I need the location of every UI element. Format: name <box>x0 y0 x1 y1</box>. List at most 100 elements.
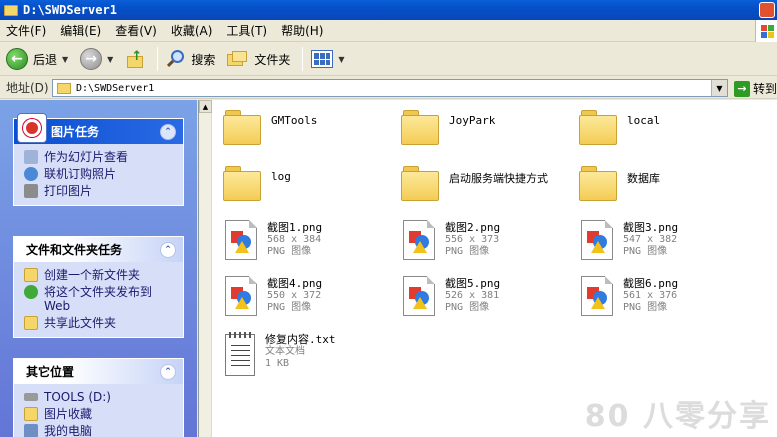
picture-tasks-panel: 图片任务 ⌃ 作为幻灯片查看 联机订购照片 打印图片 <box>13 113 184 206</box>
file-dims: 568 x 384 <box>267 234 322 245</box>
file-name: 截图6.png <box>623 277 679 290</box>
task-print-pictures[interactable]: 打印图片 <box>24 184 183 198</box>
file-size: 1 KB <box>265 358 290 369</box>
picture-tasks-header[interactable]: 图片任务 ⌃ <box>14 113 183 144</box>
file-info: 截图1.png 568 x 384 PNG 图像 <box>267 222 322 258</box>
task-new-folder[interactable]: 创建一个新文件夹 <box>24 268 183 282</box>
menu-help[interactable]: 帮助(H) <box>281 22 323 39</box>
folder-icon <box>223 110 263 146</box>
image-file-item[interactable]: 截图5.png 526 x 381 PNG 图像 <box>399 276 500 316</box>
go-button[interactable]: → 转到 <box>734 80 777 97</box>
task-label: 将这个文件夹发布到 Web <box>44 285 153 313</box>
printer-icon <box>24 184 38 198</box>
image-file-item[interactable]: 截图2.png 556 x 373 PNG 图像 <box>399 220 500 260</box>
file-tasks-panel: 文件和文件夹任务 ⌃ 创建一个新文件夹 将这个文件夹发布到 Web 共享此文件夹 <box>13 236 184 338</box>
place-my-pictures[interactable]: 图片收藏 <box>24 407 183 421</box>
image-file-item[interactable]: 截图3.png 547 x 382 PNG 图像 <box>577 220 678 260</box>
image-file-item[interactable]: 截图6.png 561 x 376 PNG 图像 <box>577 276 678 316</box>
address-input[interactable]: D:\SWDServer1 ▼ <box>52 79 728 97</box>
folder-icon <box>223 166 263 202</box>
address-label: 地址(D) <box>6 81 49 95</box>
folder-item[interactable]: 数据库 <box>579 158 660 202</box>
picture-tasks-title: 图片任务 <box>51 125 100 139</box>
toolbar-separator <box>157 47 159 71</box>
go-arrow-icon: → <box>734 80 750 97</box>
folder-item[interactable]: log <box>223 158 291 202</box>
chevron-down-icon[interactable]: ▼ <box>338 55 344 64</box>
place-tools-drive[interactable]: TOOLS (D:) <box>24 390 183 404</box>
other-places-title: 其它位置 <box>26 365 75 379</box>
menu-favorites[interactable]: 收藏(A) <box>171 22 213 39</box>
picture-tasks-body: 作为幻灯片查看 联机订购照片 打印图片 <box>14 144 183 205</box>
watermark: 80 八零分享 <box>584 399 771 434</box>
collapse-icon[interactable]: ⌃ <box>160 124 176 140</box>
file-type: PNG 图像 <box>623 246 668 257</box>
chevron-down-icon[interactable]: ▼ <box>711 80 727 96</box>
file-info: 截图5.png 526 x 381 PNG 图像 <box>445 278 500 314</box>
file-name: 修复内容.txt <box>265 333 336 346</box>
file-type: PNG 图像 <box>267 302 312 313</box>
task-pane: 图片任务 ⌃ 作为幻灯片查看 联机订购照片 打印图片 文件和文件夹任务 ⌃ 创建… <box>0 100 197 437</box>
scroll-up-icon[interactable]: ▲ <box>199 100 212 113</box>
folder-icon <box>57 82 71 94</box>
file-tasks-header[interactable]: 文件和文件夹任务 ⌃ <box>14 237 183 262</box>
other-places-header[interactable]: 其它位置 ⌃ <box>14 359 183 384</box>
folder-icon <box>401 110 441 146</box>
folder-item[interactable]: local <box>579 102 660 146</box>
folder-name: JoyPark <box>449 114 496 127</box>
task-slideshow[interactable]: 作为幻灯片查看 <box>24 150 183 164</box>
folder-item[interactable]: JoyPark <box>401 102 495 146</box>
views-button[interactable]: ▼ <box>309 46 346 72</box>
close-button[interactable] <box>759 2 775 18</box>
collapse-icon[interactable]: ⌃ <box>160 242 176 258</box>
folders-button[interactable]: 文件夹 <box>225 46 292 72</box>
pictures-folder-icon <box>24 407 38 421</box>
text-document-icon <box>225 332 255 376</box>
image-file-item[interactable]: 截图1.png 568 x 384 PNG 图像 <box>221 220 322 260</box>
png-image-icon <box>225 276 257 316</box>
chevron-down-icon[interactable]: ▼ <box>62 55 68 64</box>
chevron-down-icon[interactable]: ▼ <box>107 55 113 64</box>
task-order-prints[interactable]: 联机订购照片 <box>24 167 183 181</box>
folder-name: log <box>271 170 291 183</box>
folder-icon <box>579 166 619 202</box>
search-button[interactable]: 搜索 <box>164 46 217 72</box>
folder-name: local <box>627 114 661 127</box>
place-label: 图片收藏 <box>44 407 93 421</box>
task-publish-web[interactable]: 将这个文件夹发布到 Web <box>24 285 183 313</box>
file-dims: 561 x 376 <box>623 290 678 301</box>
menu-file[interactable]: 文件(F) <box>6 22 46 39</box>
folder-name: 数据库 <box>627 172 660 185</box>
back-button[interactable]: ← 后退 ▼ <box>4 46 70 72</box>
forward-button[interactable]: → ▼ <box>78 46 115 72</box>
folder-icon <box>401 166 441 202</box>
folders-label: 文件夹 <box>254 52 291 67</box>
task-label: 共享此文件夹 <box>44 316 117 330</box>
file-info: 截图4.png 550 x 372 PNG 图像 <box>267 278 322 314</box>
menu-tools[interactable]: 工具(T) <box>226 22 267 39</box>
other-places-body: TOOLS (D:) 图片收藏 我的电脑 <box>14 384 183 437</box>
place-my-computer[interactable]: 我的电脑 <box>24 424 183 437</box>
file-type: PNG 图像 <box>623 302 668 313</box>
text-file-item[interactable]: 修复内容.txt 文本文档 1 KB <box>221 332 336 376</box>
menu-view[interactable]: 查看(V) <box>115 22 157 39</box>
globe-icon <box>24 167 38 181</box>
up-button[interactable]: ↑ <box>123 46 147 72</box>
folder-icon <box>579 110 619 146</box>
folder-item[interactable]: GMTools <box>223 102 317 146</box>
png-image-icon <box>581 220 613 260</box>
slideshow-icon <box>24 150 38 164</box>
task-share-folder[interactable]: 共享此文件夹 <box>24 316 183 330</box>
file-name: 截图3.png <box>623 221 679 234</box>
image-file-item[interactable]: 截图4.png 550 x 372 PNG 图像 <box>221 276 322 316</box>
publish-web-icon <box>24 285 38 299</box>
folder-item[interactable]: 启动服务端快捷方式 <box>401 158 548 202</box>
toolbar-separator <box>302 47 304 71</box>
place-label: TOOLS (D:) <box>44 390 111 404</box>
collapse-icon[interactable]: ⌃ <box>160 364 176 380</box>
left-scrollbar[interactable]: ▲ <box>199 100 212 437</box>
folder-icon <box>4 4 18 16</box>
toolbar: ← 后退 ▼ → ▼ ↑ 搜索 文件夹 ▼ <box>0 43 777 76</box>
menu-edit[interactable]: 编辑(E) <box>60 22 101 39</box>
file-tasks-body: 创建一个新文件夹 将这个文件夹发布到 Web 共享此文件夹 <box>14 262 183 337</box>
